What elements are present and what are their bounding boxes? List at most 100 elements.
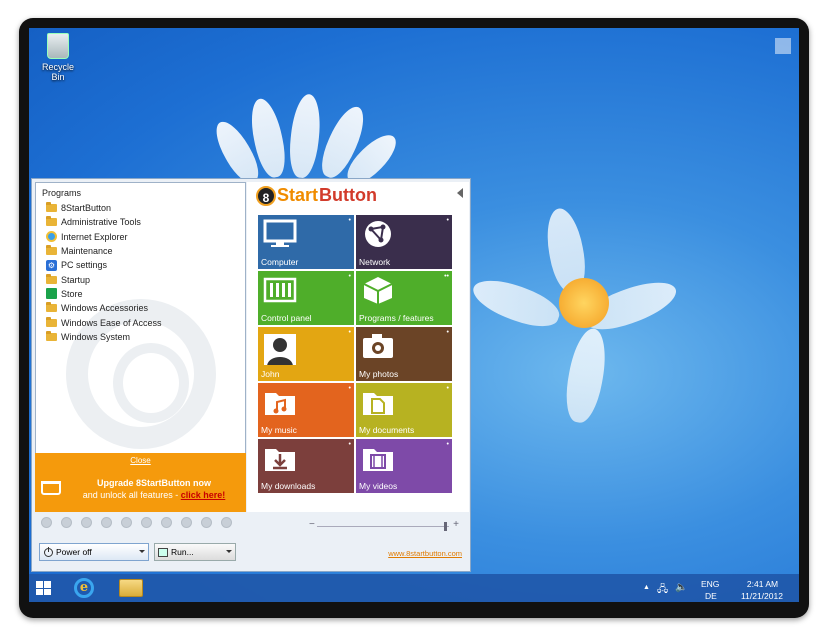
program-label: Maintenance — [61, 246, 113, 257]
internet-explorer-icon — [46, 231, 57, 243]
upgrade-banner: Close Upgrade 8StartButton now and unloc… — [35, 453, 246, 512]
tile-options-marker[interactable]: • — [447, 217, 449, 224]
page-dot[interactable] — [81, 517, 92, 528]
zoom-track — [317, 526, 449, 527]
tile-my-documents[interactable]: • My documents — [356, 383, 452, 437]
program-item-windows-accessories[interactable]: Windows Accessories — [46, 301, 162, 315]
page-dot[interactable] — [121, 517, 132, 528]
corner-button[interactable] — [775, 38, 791, 54]
close-link[interactable]: Close — [35, 456, 246, 465]
page-dot[interactable] — [101, 517, 112, 528]
wallpaper-petal — [467, 271, 565, 335]
zoom-out-button[interactable]: − — [309, 519, 315, 530]
program-label: Administrative Tools — [61, 217, 141, 228]
run-icon — [158, 547, 168, 557]
video-folder-icon — [361, 443, 395, 473]
tile-options-marker[interactable]: • — [349, 385, 351, 392]
website-link[interactable]: www.8startbutton.com — [388, 549, 462, 558]
wallpaper-flower-center — [559, 278, 609, 328]
page-dot[interactable] — [201, 517, 212, 528]
keyboard-layout-indicator[interactable]: DE — [705, 591, 717, 601]
tile-options-marker[interactable]: • — [349, 329, 351, 336]
tile-label: John — [261, 369, 280, 379]
tile-my-videos[interactable]: • My videos — [356, 439, 452, 493]
program-item-internet-explorer[interactable]: Internet Explorer — [46, 230, 162, 244]
program-item-windows-ease-of-access[interactable]: Windows Ease of Access — [46, 315, 162, 329]
tile-my-photos[interactable]: • My photos — [356, 327, 452, 381]
language-indicator[interactable]: ENG — [701, 579, 719, 589]
recycle-bin-label: Recycle Bin — [41, 62, 74, 82]
tile-network[interactable]: • Network — [356, 215, 452, 269]
tile-john[interactable]: • John — [258, 327, 354, 381]
8startbutton-logo: 8 Start Button — [256, 185, 377, 206]
network-tray-icon[interactable]: 🖧 — [657, 582, 668, 599]
taskbar: e ▲ 🖧 🔈 ENG DE 2:41 AM 11/21/2012 — [29, 574, 799, 602]
run-button[interactable]: Run... — [154, 543, 236, 561]
upgrade-text: Upgrade 8StartButton now — [65, 478, 243, 488]
logo-start: Start — [277, 185, 319, 205]
tile-options-marker[interactable]: • — [447, 329, 449, 336]
tile-options-marker[interactable]: • — [349, 273, 351, 280]
recycle-bin[interactable]: Recycle Bin — [35, 33, 81, 82]
control-panel-icon — [263, 275, 297, 305]
collapse-arrow-icon[interactable] — [457, 188, 463, 198]
folder-icon — [46, 245, 57, 256]
download-folder-icon — [263, 443, 297, 473]
program-label: Store — [61, 288, 83, 299]
tile-label: My documents — [359, 425, 415, 435]
page-dot[interactable] — [61, 517, 72, 528]
tile-programs-features[interactable]: •• Programs / features — [356, 271, 452, 325]
program-label: Windows System — [61, 331, 131, 342]
tiles-panel: 8 Start Button • Computer • Network • Control… — [247, 182, 469, 512]
program-label: Windows Accessories — [61, 303, 149, 314]
zoom-thumb[interactable] — [444, 522, 447, 531]
program-item-8startbutton[interactable]: 8StartButton — [46, 201, 162, 215]
internet-explorer-taskbar-icon[interactable]: e — [74, 578, 94, 598]
clock-date[interactable]: 11/21/2012 — [731, 591, 793, 601]
program-item-pc-settings[interactable]: ⚙ PC settings — [46, 258, 162, 272]
tile-computer[interactable]: • Computer — [258, 215, 354, 269]
zoom-in-button[interactable]: + — [453, 519, 459, 530]
dropdown-arrow-icon[interactable] — [139, 550, 145, 553]
zoom-slider[interactable]: − + — [309, 519, 459, 531]
page-dot[interactable] — [161, 517, 172, 528]
page-dot[interactable] — [181, 517, 192, 528]
tile-options-marker[interactable]: • — [447, 441, 449, 448]
show-hidden-icons-icon[interactable]: ▲ — [643, 584, 650, 591]
tile-options-marker[interactable]: •• — [444, 273, 449, 280]
logo-button: Button — [319, 185, 377, 205]
file-explorer-taskbar-icon[interactable] — [119, 579, 143, 597]
tile-options-marker[interactable]: • — [349, 441, 351, 448]
clock-time[interactable]: 2:41 AM — [735, 579, 790, 589]
logo-ball: 8 — [256, 185, 276, 206]
program-item-store[interactable]: Store — [46, 287, 162, 301]
tile-my-downloads[interactable]: • My downloads — [258, 439, 354, 493]
power-off-button[interactable]: Power off — [39, 543, 149, 561]
monitor-icon — [263, 219, 297, 249]
page-dots — [41, 517, 232, 528]
program-item-administrative-tools[interactable]: Administrative Tools — [46, 215, 162, 229]
store-icon — [46, 288, 57, 300]
tile-control-panel[interactable]: • Control panel — [258, 271, 354, 325]
desktop: Recycle Bin Programs 8StartButton Admini… — [29, 28, 799, 602]
dropdown-arrow-icon[interactable] — [226, 550, 232, 553]
tile-label: My photos — [359, 369, 399, 379]
folder-icon — [46, 273, 57, 284]
tile-label: Control panel — [261, 313, 312, 323]
program-item-maintenance[interactable]: Maintenance — [46, 244, 162, 258]
tile-my-music[interactable]: • My music — [258, 383, 354, 437]
page-dot[interactable] — [41, 517, 52, 528]
tile-label: Network — [359, 257, 391, 267]
windows-start-icon[interactable] — [36, 581, 52, 595]
program-label: Windows Ease of Access — [61, 317, 162, 328]
page-dot[interactable] — [141, 517, 152, 528]
page-dot[interactable] — [221, 517, 232, 528]
program-item-windows-system[interactable]: Windows System — [46, 330, 162, 344]
volume-icon[interactable]: 🔈 — [675, 582, 687, 593]
upgrade-link[interactable]: click here! — [181, 490, 226, 500]
program-item-startup[interactable]: Startup — [46, 272, 162, 286]
start-menu: Programs 8StartButton Administrative Too… — [31, 178, 471, 572]
tile-options-marker[interactable]: • — [447, 385, 449, 392]
wallpaper-petal — [561, 325, 611, 426]
tile-options-marker[interactable]: • — [349, 217, 351, 224]
